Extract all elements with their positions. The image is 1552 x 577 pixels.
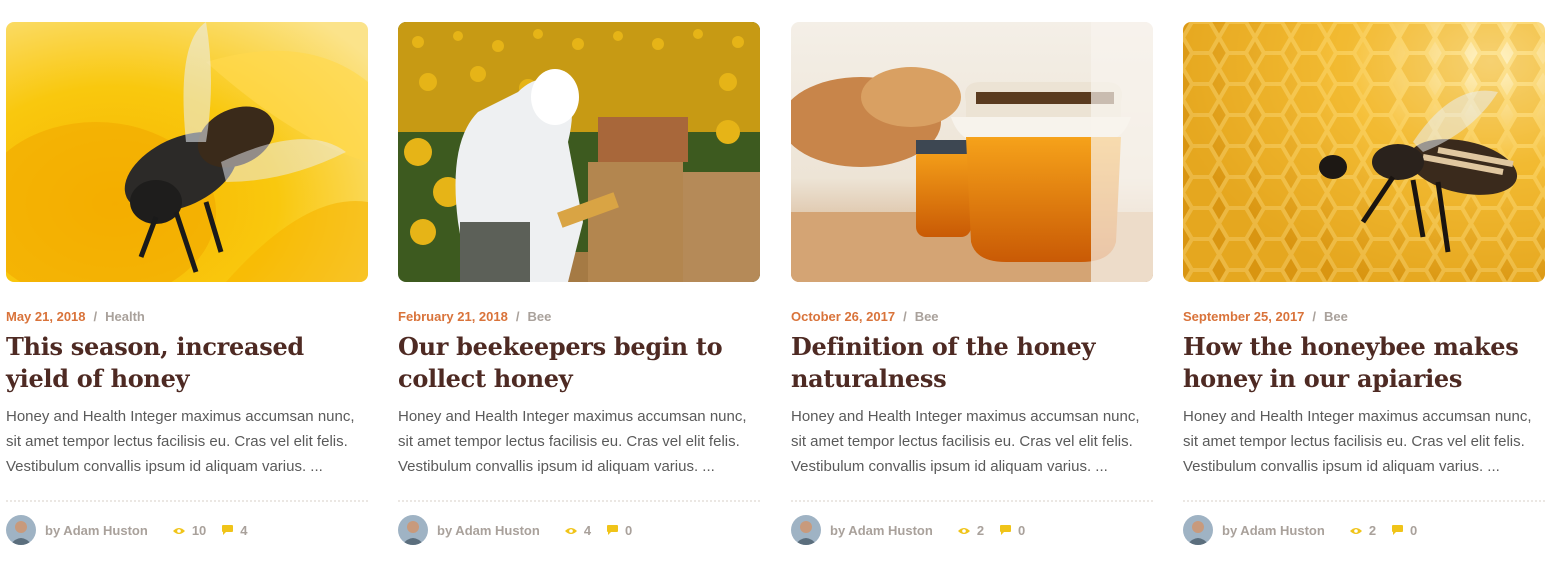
post-date[interactable]: May 21, 2018 <box>6 309 86 324</box>
post-meta: September 25, 2017 / Bee <box>1183 309 1545 325</box>
post-date[interactable]: October 26, 2017 <box>791 309 895 324</box>
author-avatar[interactable] <box>6 515 36 545</box>
comments-number: 0 <box>625 522 633 538</box>
post-category[interactable]: Health <box>105 309 145 324</box>
comment-icon <box>1392 523 1404 538</box>
author-name[interactable]: by Adam Huston <box>830 523 933 538</box>
views-number: 10 <box>191 522 207 538</box>
meta-separator: / <box>515 309 520 324</box>
post-card: September 25, 2017 / Bee How the honeybee … <box>1183 22 1545 545</box>
views-count: 2 <box>957 522 985 538</box>
post-category[interactable]: Bee <box>1324 309 1348 324</box>
eye-icon <box>172 523 185 538</box>
author-name[interactable]: by Adam Huston <box>437 523 540 538</box>
post-footer: by Adam Huston 10 4 <box>6 515 368 545</box>
post-thumbnail[interactable] <box>6 22 368 282</box>
post-footer: by Adam Huston 2 0 <box>791 515 1153 545</box>
comments-count[interactable]: 0 <box>1392 523 1417 538</box>
post-thumbnail[interactable] <box>791 22 1153 282</box>
post-title[interactable]: Our beekeepers begin to collect honey <box>398 331 760 395</box>
post-meta: February 21, 2018 / Bee <box>398 309 760 325</box>
divider <box>6 500 368 502</box>
post-excerpt: Honey and Health Integer maximus accumsa… <box>1183 408 1532 475</box>
comments-number: 0 <box>1018 522 1026 538</box>
comments-count[interactable]: 4 <box>222 522 248 538</box>
meta-separator: / <box>93 309 98 324</box>
post-title[interactable]: How the honeybee makes honey in our apia… <box>1183 331 1545 395</box>
meta-separator: / <box>903 309 907 324</box>
meta-separator: / <box>1312 309 1317 324</box>
views-count: 10 <box>172 522 207 538</box>
views-number: 2 <box>976 522 985 538</box>
eye-icon <box>957 523 970 538</box>
post-card: February 21, 2018 / Bee Our beekeepers beg… <box>398 22 760 545</box>
views-count: 2 <box>1349 522 1377 538</box>
post-excerpt: Honey and Health Integer maximus accumsa… <box>791 408 1140 475</box>
comments-number: 4 <box>240 522 248 538</box>
comment-icon <box>607 523 619 538</box>
divider <box>1183 500 1545 502</box>
author-avatar[interactable] <box>791 515 821 545</box>
blog-post-grid: May 21, 2018 / Health This season, increas… <box>0 0 1552 577</box>
author-name[interactable]: by Adam Huston <box>1222 523 1325 538</box>
post-excerpt: Honey and Health Integer maximus accumsa… <box>6 408 355 475</box>
post-footer: by Adam Huston 2 0 <box>1183 515 1545 545</box>
post-card: May 21, 2018 / Health This season, increas… <box>6 22 368 545</box>
post-card: October 26, 2017 / Bee Definition of the h… <box>791 22 1153 545</box>
author-avatar[interactable] <box>1183 515 1213 545</box>
post-date[interactable]: February 21, 2018 <box>398 309 508 324</box>
comments-number: 0 <box>1410 522 1418 538</box>
post-category[interactable]: Bee <box>527 309 551 324</box>
eye-icon <box>564 523 577 538</box>
author-name[interactable]: by Adam Huston <box>45 523 148 538</box>
comment-icon <box>1000 523 1012 538</box>
post-category[interactable]: Bee <box>915 309 939 324</box>
author-avatar[interactable] <box>398 515 428 545</box>
post-thumbnail[interactable] <box>398 22 760 282</box>
post-meta: May 21, 2018 / Health <box>6 309 368 325</box>
divider <box>791 500 1153 502</box>
post-meta: October 26, 2017 / Bee <box>791 309 1153 325</box>
post-title[interactable]: Definition of the honey naturalness <box>791 331 1153 395</box>
post-footer: by Adam Huston 4 0 <box>398 515 760 545</box>
views-count: 4 <box>564 522 592 538</box>
post-excerpt: Honey and Health Integer maximus accumsa… <box>398 408 747 475</box>
post-title[interactable]: This season, increased yield of honey <box>6 331 368 395</box>
post-date[interactable]: September 25, 2017 <box>1183 309 1304 324</box>
divider <box>398 500 760 502</box>
views-number: 2 <box>1368 522 1377 538</box>
eye-icon <box>1349 523 1362 538</box>
comments-count[interactable]: 0 <box>607 523 632 538</box>
post-thumbnail[interactable] <box>1183 22 1545 282</box>
views-number: 4 <box>583 522 592 538</box>
comments-count[interactable]: 0 <box>1000 523 1025 538</box>
comment-icon <box>222 523 234 538</box>
